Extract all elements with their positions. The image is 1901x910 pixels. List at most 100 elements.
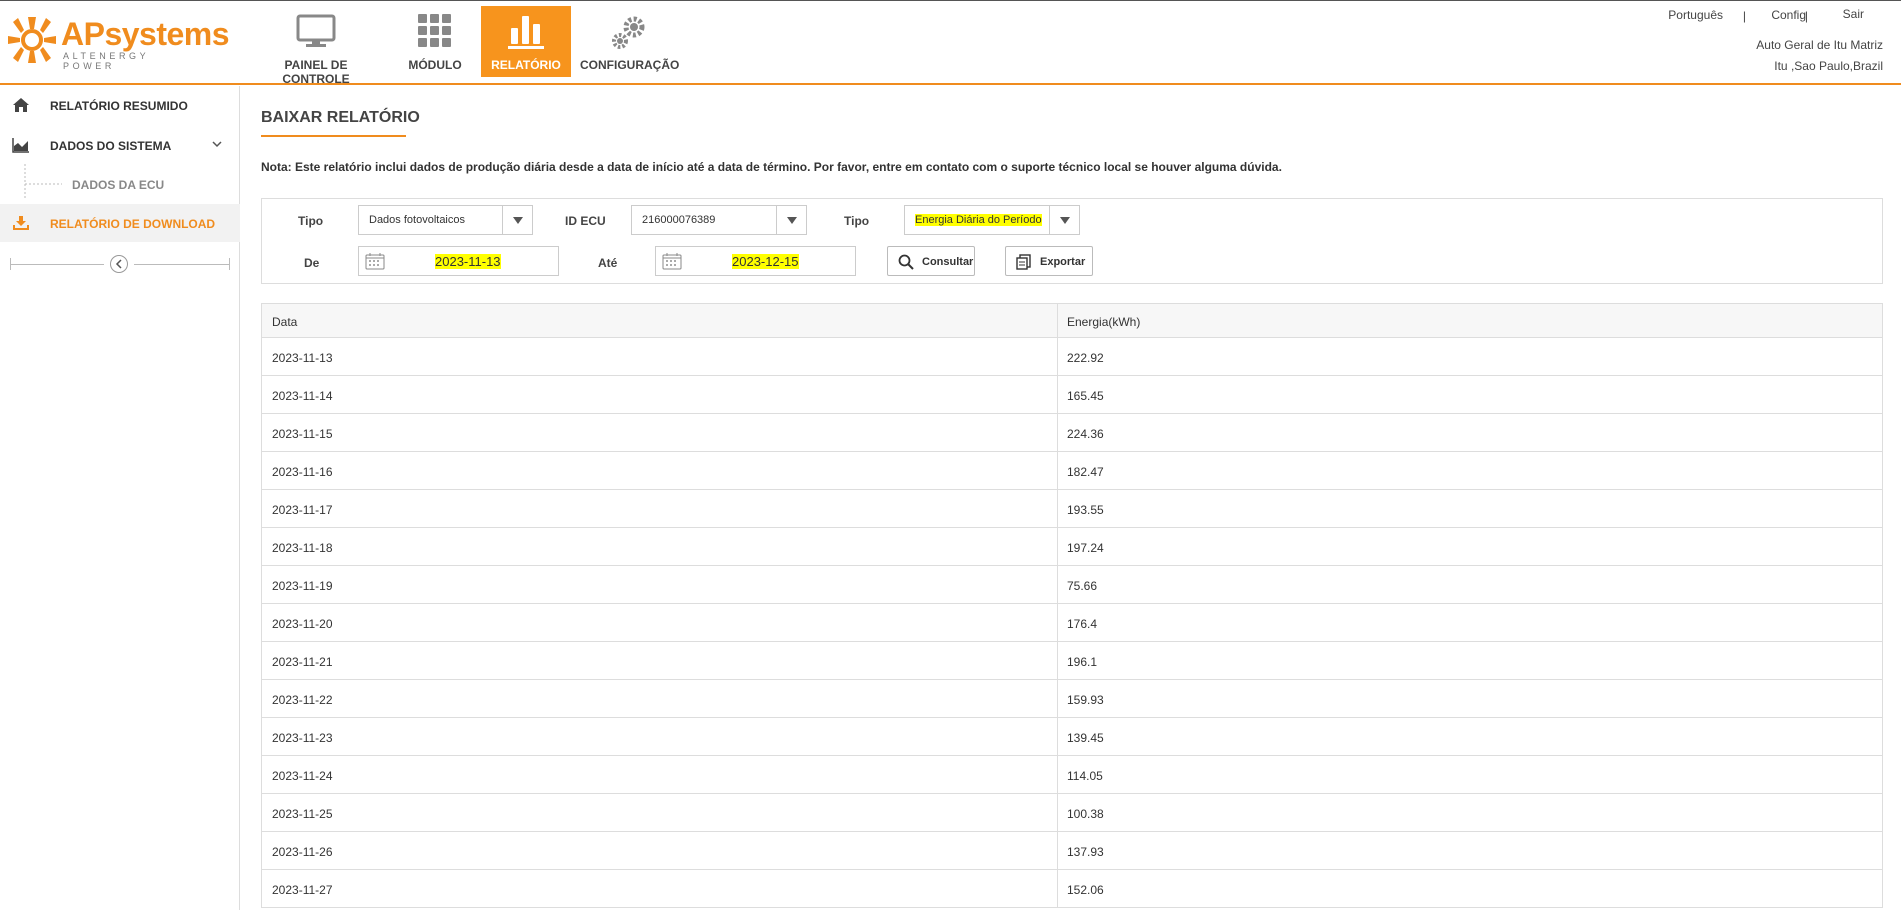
column-header-data: Data	[272, 315, 298, 329]
nav-configuracao[interactable]: CONFIGURAÇÃO	[580, 6, 680, 77]
chevron-down-icon	[776, 206, 806, 234]
sidebar-item-label: DADOS DO SISTEMA	[50, 139, 172, 153]
chevron-down-icon	[1049, 206, 1079, 234]
sidebar-item-dados-do-sistema[interactable]: DADOS DO SISTEMA	[0, 126, 240, 164]
title-underline	[261, 135, 406, 137]
sidebar-collapse	[10, 255, 230, 273]
chevron-left-icon	[115, 259, 122, 269]
nav-label: PAINEL DE CONTROLE	[282, 58, 350, 86]
grid-icon	[418, 14, 451, 47]
table-row: 2023-11-13 222.92	[262, 338, 1882, 376]
cell-date: 2023-11-13	[272, 351, 333, 365]
from-date-input[interactable]: 2023-11-13	[358, 246, 559, 276]
column-divider	[1057, 414, 1058, 451]
apsystems-logo[interactable]: APsystems ALTENERGY POWER	[6, 13, 230, 71]
cell-energy: 100.38	[1067, 807, 1104, 821]
config-link[interactable]: Config	[1771, 8, 1806, 22]
export-button[interactable]: Exportar	[1005, 246, 1093, 276]
logo-mark-icon	[8, 17, 56, 63]
nav-label: RELATÓRIO	[491, 58, 561, 72]
column-divider	[1057, 528, 1058, 565]
divider	[10, 258, 11, 270]
export-button-label: Exportar	[1040, 256, 1086, 268]
collapse-sidebar-button[interactable]	[110, 255, 128, 273]
column-divider	[1057, 490, 1058, 527]
table-row: 2023-11-14 165.45	[262, 376, 1882, 414]
sidebar-item-dados-da-ecu[interactable]: DADOS DA ECU	[0, 165, 240, 203]
table-row: 2023-11-22 159.93	[262, 680, 1882, 718]
divider	[134, 264, 230, 265]
table-row: 2023-11-15 224.36	[262, 414, 1882, 452]
table-row: 2023-11-26 137.93	[262, 832, 1882, 870]
column-divider	[1057, 718, 1058, 755]
energy-type-value: Energia Diária do Período	[915, 214, 1042, 226]
cell-date: 2023-11-22	[272, 693, 333, 707]
cell-date: 2023-11-17	[272, 503, 333, 517]
separator: |	[1804, 9, 1808, 23]
cell-energy: 224.36	[1067, 427, 1104, 441]
top-header: APsystems ALTENERGY POWER PAINEL DE CONT…	[0, 0, 1901, 86]
divider	[229, 258, 230, 270]
cell-energy: 152.06	[1067, 883, 1104, 897]
energy-type-select[interactable]: Energia Diária do Período	[904, 205, 1080, 235]
logo-brand: APsystems	[61, 16, 230, 52]
ecu-id-select[interactable]: 216000076389	[631, 205, 807, 235]
cell-energy: 176.4	[1067, 617, 1098, 631]
filter-panel: Tipo Dados fotovoltaicos ID ECU 21600007…	[261, 198, 1883, 284]
cell-date: 2023-11-16	[272, 465, 333, 479]
area-chart-icon	[12, 138, 29, 153]
table-row: 2023-11-19 75.66	[262, 566, 1882, 604]
site-location: Itu ,Sao Paulo,Brazil	[1774, 59, 1883, 73]
cell-date: 2023-11-20	[272, 617, 333, 631]
column-divider	[1057, 680, 1058, 717]
tipo-label: Tipo	[298, 214, 324, 228]
cell-date: 2023-11-14	[272, 389, 333, 403]
sidebar-item-label: DADOS DA ECU	[72, 178, 165, 192]
table-header-row: Data Energia(kWh)	[262, 304, 1882, 338]
table-row: 2023-11-16 182.47	[262, 452, 1882, 490]
gears-icon	[612, 16, 645, 49]
nav-painel-de-controle[interactable]: PAINEL DE CONTROLE	[252, 6, 380, 86]
nav-relatorio[interactable]: RELATÓRIO	[481, 6, 571, 77]
cell-energy: 139.45	[1067, 731, 1104, 745]
cell-date: 2023-11-27	[272, 883, 333, 897]
to-date-value: 2023-12-15	[732, 254, 799, 269]
column-divider	[1057, 376, 1058, 413]
tipo-select[interactable]: Dados fotovoltaicos	[358, 205, 533, 235]
cell-energy: 165.45	[1067, 389, 1104, 403]
sidebar-item-relatorio-resumido[interactable]: RELATÓRIO RESUMIDO	[0, 86, 240, 124]
nav-label: CONFIGURAÇÃO	[580, 58, 680, 72]
cell-energy: 182.47	[1067, 465, 1104, 479]
column-divider	[1057, 566, 1058, 603]
cell-date: 2023-11-19	[272, 579, 333, 593]
cell-energy: 196.1	[1067, 655, 1098, 669]
calendar-icon	[365, 253, 385, 270]
cell-date: 2023-11-18	[272, 541, 333, 555]
column-divider	[1057, 870, 1058, 907]
consult-button[interactable]: Consultar	[887, 246, 975, 276]
table-row: 2023-11-24 114.05	[262, 756, 1882, 794]
table-row: 2023-11-18 197.24	[262, 528, 1882, 566]
language-link[interactable]: Português	[1668, 8, 1723, 22]
column-divider	[1057, 452, 1058, 489]
calendar-icon	[662, 253, 682, 270]
from-date-label: De	[304, 256, 320, 270]
cell-energy: 159.93	[1067, 693, 1104, 707]
to-date-input[interactable]: 2023-12-15	[655, 246, 856, 276]
column-divider	[1057, 832, 1058, 869]
monitor-icon	[296, 14, 336, 47]
consult-button-label: Consultar	[922, 256, 974, 268]
search-icon	[898, 254, 914, 270]
sidebar-item-relatorio-de-download[interactable]: RELATÓRIO DE DOWNLOAD	[0, 204, 240, 242]
column-divider	[1057, 338, 1058, 375]
chevron-down-icon[interactable]	[212, 141, 222, 149]
cell-date: 2023-11-23	[272, 731, 333, 745]
cell-energy: 197.24	[1067, 541, 1104, 555]
to-date-label: Até	[598, 256, 618, 270]
cell-energy: 75.66	[1067, 579, 1098, 593]
cell-energy: 193.55	[1067, 503, 1104, 517]
logo-tagline: ALTENERGY POWER	[63, 51, 150, 71]
nav-modulo[interactable]: MÓDULO	[392, 6, 478, 77]
column-divider	[1057, 642, 1058, 679]
logout-link[interactable]: Sair	[1843, 7, 1864, 21]
